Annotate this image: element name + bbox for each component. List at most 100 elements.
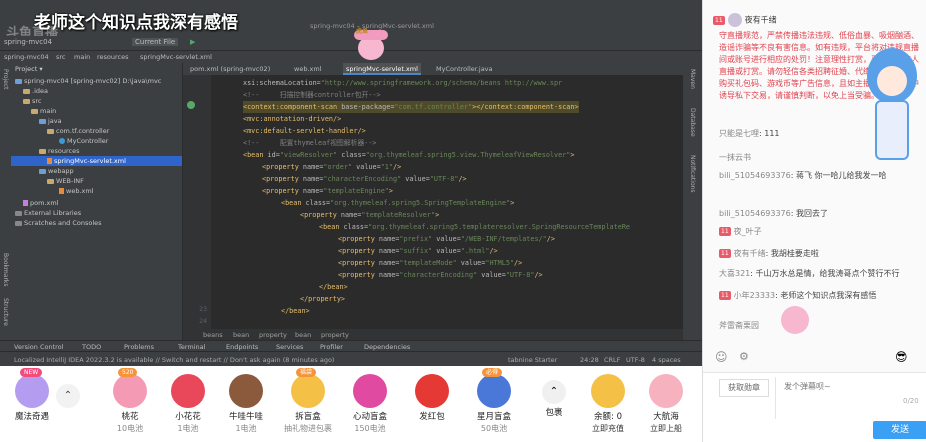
chat-message[interactable]: 11 夜_叶子 xyxy=(719,226,923,237)
code-line[interactable]: <!-- 扫描控制器controller包开--> xyxy=(243,89,381,101)
tree-webinf[interactable]: WEB-INF xyxy=(47,176,84,186)
xml-crumb[interactable]: property xyxy=(259,331,287,339)
tool-structure[interactable]: Structure xyxy=(2,298,9,326)
code-line[interactable]: </bean> xyxy=(319,281,348,293)
xml-crumb[interactable]: bean xyxy=(295,331,311,339)
code-line[interactable]: <property name="suffix" value=".html"/> xyxy=(338,245,498,257)
gift-item[interactable]: 520 桃花 10电池 xyxy=(100,368,160,442)
chat-message[interactable]: 大喜321: 千山万水总是情，给我涛哥点个赞行不行 xyxy=(719,268,923,279)
status-encoding[interactable]: UTF-8 xyxy=(626,356,645,364)
crumb-file[interactable]: springMvc-servlet.xml xyxy=(140,53,212,61)
spring-bean-icon[interactable] xyxy=(187,101,195,109)
xml-crumb[interactable]: bean xyxy=(233,331,249,339)
xml-crumb[interactable]: property xyxy=(321,331,349,339)
sunglasses-emoji-icon[interactable]: 😎 xyxy=(895,350,908,364)
chat-username[interactable]: 夜_叶子 xyxy=(734,227,762,236)
fans-medal-button[interactable]: 获取勋章 xyxy=(719,379,769,397)
chat-username[interactable]: 斧雷斋栗园 xyxy=(719,321,759,330)
gift-item[interactable]: NEW 魔法奇遇 xyxy=(2,368,62,442)
emoji-icon[interactable]: ☺ xyxy=(715,350,728,364)
tree-idea[interactable]: .idea xyxy=(23,86,48,96)
tab-endpoints[interactable]: Endpoints xyxy=(226,343,258,351)
tree-java[interactable]: java xyxy=(39,116,62,126)
tab-services[interactable]: Services xyxy=(276,343,303,351)
gift-item[interactable]: ⌃ 包裹 xyxy=(524,370,584,442)
code-line[interactable]: <property name="characterEncoding" value… xyxy=(262,173,467,185)
gift-item[interactable]: 余额: 0 立即充值 xyxy=(578,370,638,442)
gift-item[interactable]: 大航海 立即上船 xyxy=(636,370,696,442)
tree-external-libs[interactable]: External Libraries xyxy=(15,208,81,218)
tab-webxml[interactable]: web.xml xyxy=(291,63,325,75)
tab-mycontroller[interactable]: MyController.java xyxy=(433,63,496,75)
tree-webxml[interactable]: web.xml xyxy=(59,186,94,196)
chat-username[interactable]: 夜有千绪 xyxy=(734,249,766,258)
tree-webapp[interactable]: webapp xyxy=(39,166,74,176)
chat-username[interactable]: bili_51054693376 xyxy=(719,171,791,180)
gift-item[interactable]: 发红包 xyxy=(402,370,462,442)
chat-message[interactable]: 斧雷斋栗园 xyxy=(719,320,923,331)
tool-database[interactable]: Database xyxy=(689,108,696,137)
tree-main[interactable]: main xyxy=(31,106,56,116)
code-line[interactable]: <property name="characterEncoding" value… xyxy=(338,269,543,281)
code-line[interactable]: xsi:schemaLocation="http://www.springfra… xyxy=(243,77,562,89)
crumb-main[interactable]: main xyxy=(74,53,90,61)
crumb-resources[interactable]: resources xyxy=(97,53,129,61)
gift-scroll-up-icon[interactable]: ⌃ xyxy=(56,384,80,408)
chat-username[interactable]: 只能是七哩 xyxy=(719,129,759,138)
run-config-select[interactable]: Current File xyxy=(132,38,179,46)
tree-springmvc-servlet[interactable]: springMvc-servlet.xml xyxy=(11,156,182,166)
chat-message[interactable]: 11 夜有千绪: 我胡桂要走啦 xyxy=(719,248,923,259)
code-line[interactable]: <property name="prefix" value="/WEB-INF/… xyxy=(338,233,555,245)
tree-mycontroller[interactable]: MyController xyxy=(59,136,108,146)
gift-item[interactable]: 必得 星月盲盒 50电池 xyxy=(464,368,524,442)
gift-item[interactable]: 牛哇牛哇 1电池 xyxy=(216,370,276,442)
code-line[interactable]: <bean id="viewResolver" class="org.thyme… xyxy=(243,149,575,161)
tab-profiler[interactable]: Profiler xyxy=(320,343,343,351)
chat-message[interactable]: 11 小年23333: 老师这个知识点我深有感悟 xyxy=(719,290,923,301)
run-icon[interactable]: ▶ xyxy=(190,38,195,46)
code-line[interactable]: <property name="order" value="1"/> xyxy=(262,161,401,173)
chat-username[interactable]: 一抹云书 xyxy=(719,153,751,162)
xml-crumb[interactable]: beans xyxy=(203,331,223,339)
status-indent[interactable]: 4 spaces xyxy=(652,356,681,364)
gift-item[interactable]: 福袋 拆盲盒 抽礼物进包裹 xyxy=(278,368,338,442)
send-button[interactable]: 发送 xyxy=(873,421,926,439)
status-tabnine[interactable]: tabnine Starter xyxy=(508,356,557,364)
crumb-src[interactable]: src xyxy=(56,53,66,61)
gift-item[interactable]: 心动盲盒 150电池 xyxy=(340,370,400,442)
code-line[interactable]: <property name="templateMode" value="HTM… xyxy=(338,257,522,269)
chat-username[interactable]: 小年23333 xyxy=(734,291,775,300)
tree-resources[interactable]: resources xyxy=(39,146,80,156)
tree-root[interactable]: spring-mvc04 [spring-mvc02] D:\java\mvc xyxy=(15,76,161,86)
code-line[interactable]: <context:component-scan base-package="co… xyxy=(243,101,579,113)
crumb-project[interactable]: spring-mvc04 xyxy=(4,53,49,61)
chat-username[interactable]: 大喜321 xyxy=(719,269,750,278)
code-line[interactable]: <mvc:default-servlet-handler/> xyxy=(243,125,366,137)
tab-problems[interactable]: Problems xyxy=(124,343,154,351)
tab-pom[interactable]: pom.xml (spring-mvc02) xyxy=(187,63,273,75)
tool-bookmarks[interactable]: Bookmarks xyxy=(2,253,9,287)
tab-todo[interactable]: TODO xyxy=(82,343,101,351)
toolbar-project[interactable]: spring-mvc04 xyxy=(4,38,52,46)
code-line[interactable]: <mvc:annotation-driven/> xyxy=(243,113,341,125)
tab-version-control[interactable]: Version Control xyxy=(14,343,63,351)
code-line[interactable]: </property> xyxy=(300,293,345,305)
tree-pom[interactable]: pom.xml xyxy=(23,198,59,208)
code-line[interactable]: <!-- 配置thymeleaf视图解析器--> xyxy=(243,137,377,149)
status-message[interactable]: Localized IntelliJ IDEA 2022.3.2 is avai… xyxy=(14,356,334,364)
tab-springmvc-servlet[interactable]: springMvc-servlet.xml xyxy=(343,63,421,75)
tree-src[interactable]: src xyxy=(23,96,42,106)
code-line[interactable]: </bean> xyxy=(281,305,310,317)
tool-notifications[interactable]: Notifications xyxy=(689,155,696,193)
code-line[interactable]: <property name="templateEngine"> xyxy=(262,185,393,197)
chat-top-user[interactable]: 11 夜有千绪 xyxy=(713,13,777,27)
status-caret[interactable]: 24:28 xyxy=(580,356,599,364)
gift-item[interactable]: 小花花 1电池 xyxy=(158,370,218,442)
code-line[interactable]: <bean class="org.thymeleaf.spring5.Sprin… xyxy=(281,197,514,209)
settings-icon[interactable]: ⚙ xyxy=(739,350,749,363)
code-line[interactable]: <bean class="org.thymeleaf.spring5.templ… xyxy=(319,221,630,233)
chat-username[interactable]: bili_51054693376 xyxy=(719,209,791,218)
status-line-sep[interactable]: CRLF xyxy=(604,356,620,364)
tab-dependencies[interactable]: Dependencies xyxy=(364,343,410,351)
chat-message[interactable]: bili_51054693376: 我回去了 xyxy=(719,208,923,219)
